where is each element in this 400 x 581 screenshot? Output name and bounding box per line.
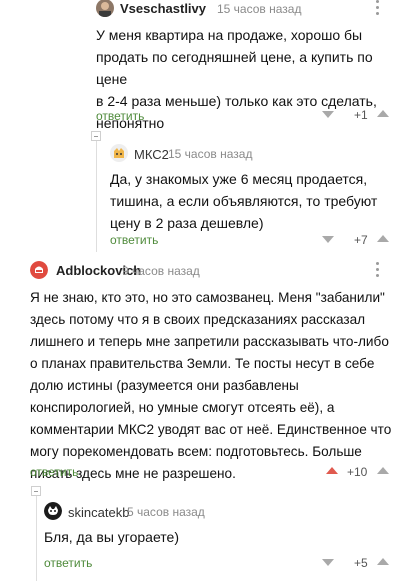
comment-rating: +5 — [354, 556, 368, 570]
avatar[interactable] — [110, 144, 128, 162]
reply-button[interactable]: ответить — [30, 465, 78, 479]
comment-line: Да, у знакомых уже 6 месяц продается, — [110, 171, 368, 187]
avatar[interactable] — [96, 0, 114, 17]
comment-username[interactable]: skincatekb — [68, 505, 129, 520]
kebab-menu-icon[interactable] — [373, 262, 381, 278]
reply-button[interactable]: ответить — [110, 233, 158, 247]
comment-timestamp[interactable]: 15 часов назад — [168, 147, 252, 161]
comment-username[interactable]: Vseschastlivy — [120, 1, 206, 16]
comment-text: Бля, да вы угораете) — [44, 526, 394, 548]
downvote-arrow-icon[interactable] — [322, 559, 334, 566]
downvote-arrow-icon[interactable] — [322, 111, 334, 118]
comment-username[interactable]: МКС2 — [134, 147, 169, 162]
reply-button[interactable]: ответить — [44, 556, 92, 570]
downvote-arrow-icon[interactable] — [322, 236, 334, 243]
collapse-thread-icon[interactable] — [31, 486, 41, 496]
comment-line: тишина, а если объявляются, то требуют — [110, 193, 378, 209]
comment-line: цену в 2 раза дешевле) — [110, 215, 264, 231]
comment-line: продать по сегодняшней цене, а купить по… — [96, 49, 373, 87]
upvote-arrow-icon[interactable] — [326, 467, 338, 474]
comment-line: конспирологией, но умные смогут отсеять … — [30, 400, 335, 415]
avatar[interactable] — [44, 502, 62, 520]
comment-timestamp[interactable]: 5 часов назад — [127, 505, 205, 519]
upvote-arrow-icon[interactable] — [377, 235, 389, 242]
avatar[interactable] — [30, 261, 48, 279]
comment-rating: +1 — [354, 108, 368, 122]
upvote-arrow-icon[interactable] — [377, 110, 389, 117]
comment-rating: +10 — [347, 465, 368, 479]
comment-text: Да, у знакомых уже 6 месяц продается, ти… — [110, 168, 396, 234]
comment-timestamp[interactable]: 9 часов назад — [122, 264, 200, 278]
comment-rating: +7 — [354, 233, 368, 247]
comment-line: Бля, да вы угораете) — [44, 529, 179, 545]
comment-text: Я не знаю, кто это, но это самозванец. М… — [30, 287, 396, 485]
comment-line: долю истины (разумеется они разбавлены — [30, 378, 299, 393]
comment-line: Я не знаю, кто это, но это самозванец. М… — [30, 290, 385, 305]
upvote-arrow-icon[interactable] — [377, 467, 389, 474]
comment-line: комментарии МКС2 уводят вас от неё. Един… — [30, 422, 392, 437]
reply-button[interactable]: ответить — [96, 109, 144, 123]
comment-line: лишнего и теперь мне запретили рассказыв… — [30, 334, 389, 349]
comment-line: здесь потому что я в своих предсказаниях… — [30, 312, 366, 327]
kebab-menu-icon[interactable] — [373, 0, 381, 16]
comment-timestamp[interactable]: 15 часов назад — [217, 2, 301, 16]
thread-line — [96, 140, 97, 252]
comment-line: могу порекомендовать всем: подготовьтесь… — [30, 444, 362, 459]
comment-line: писать здесь мне не разрешено. — [30, 466, 236, 481]
comment-line: о планах правительства Земли. Те посты н… — [30, 356, 375, 371]
comment-line: У меня квартира на продаже, хорошо бы — [96, 27, 363, 43]
thread-line — [36, 495, 37, 581]
upvote-arrow-icon[interactable] — [377, 558, 389, 565]
